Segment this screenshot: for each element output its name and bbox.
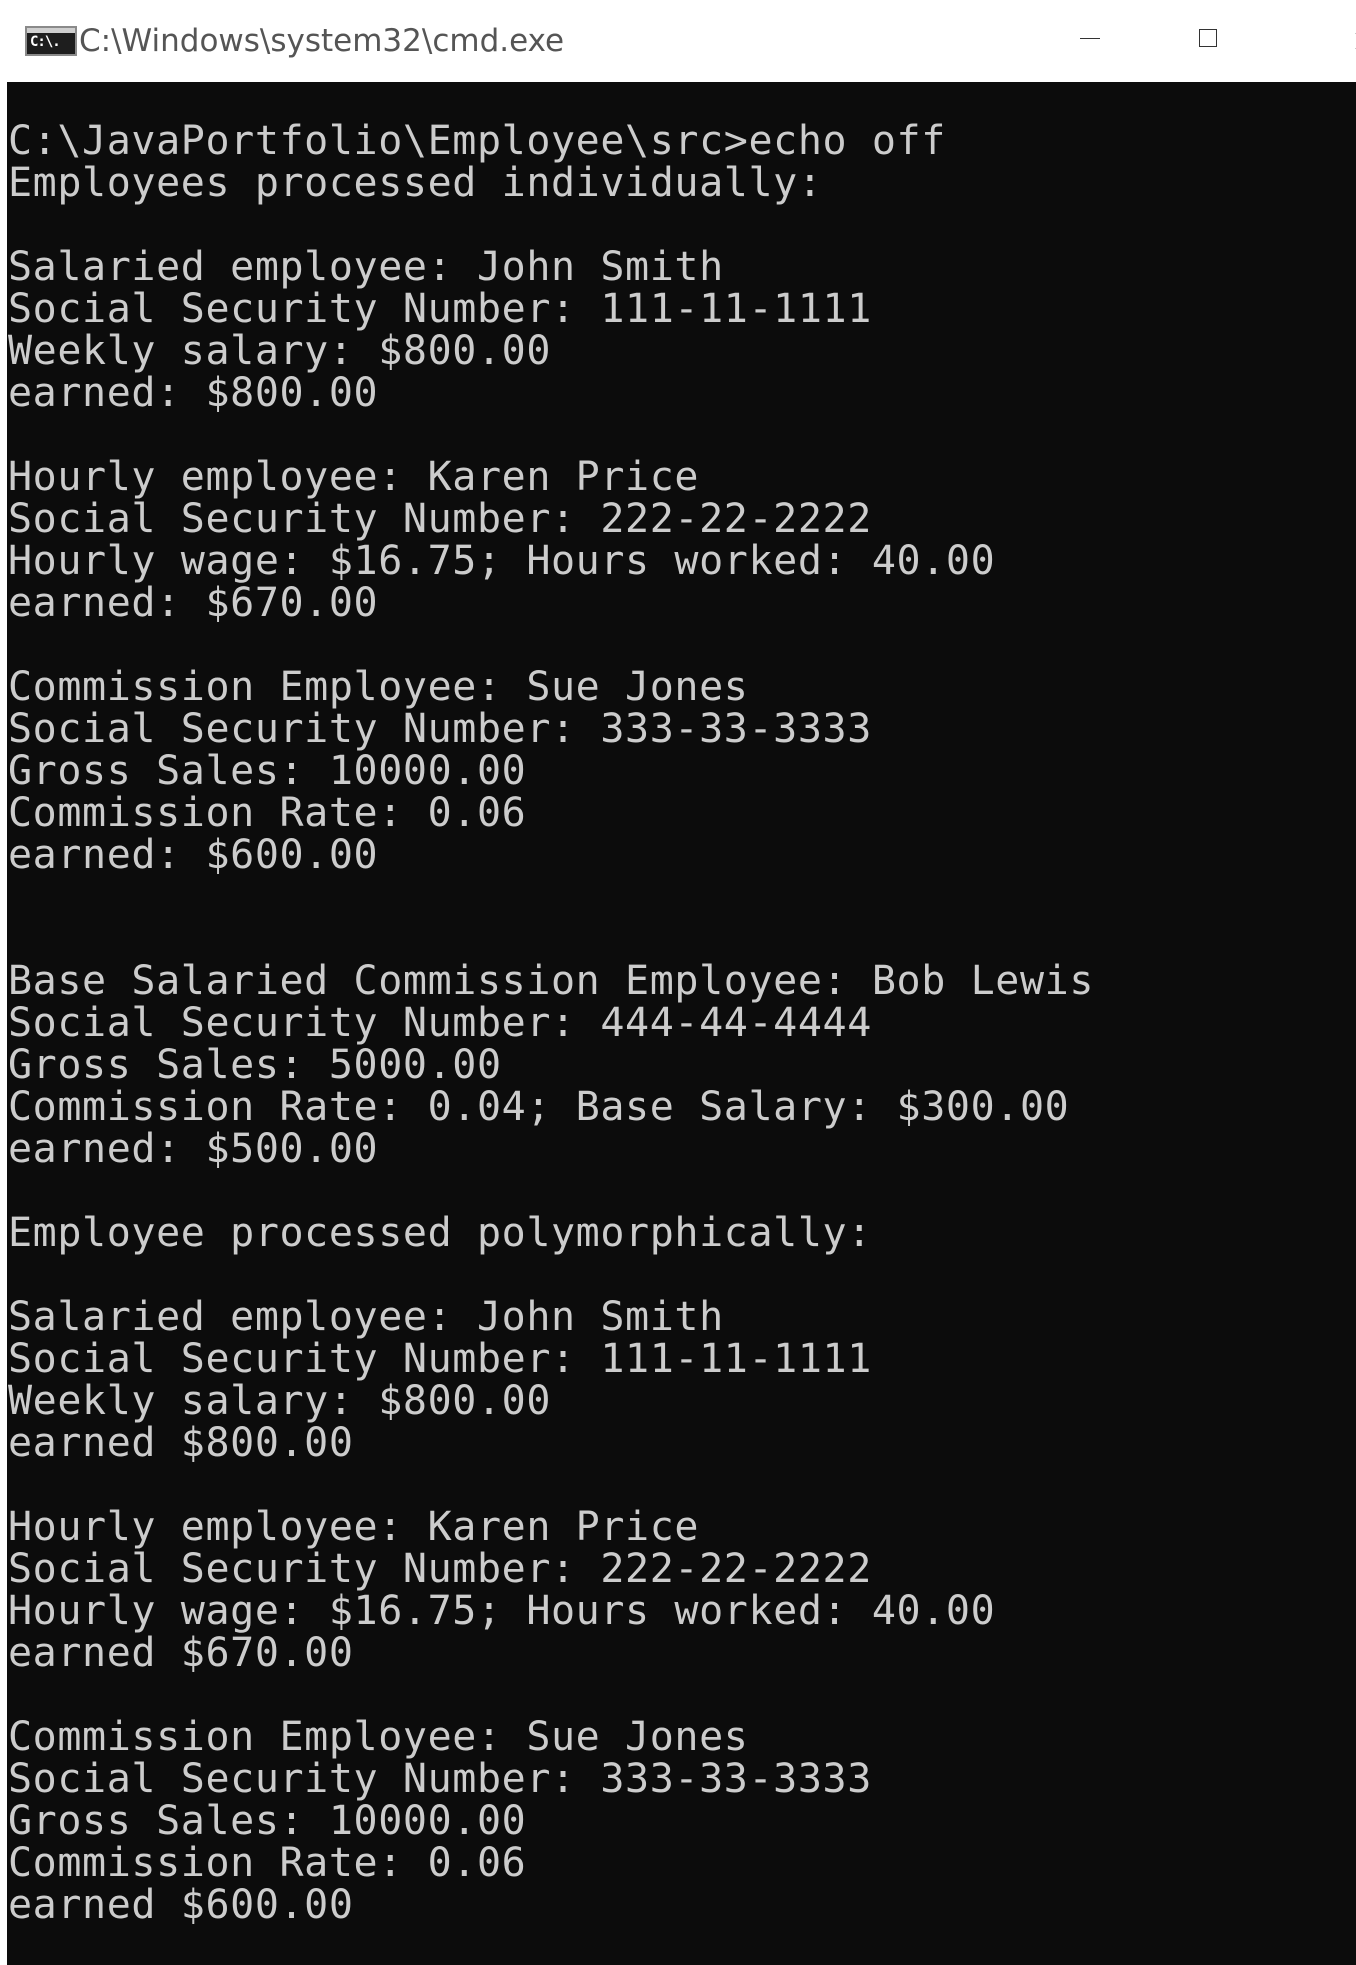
- console-line: Gross Sales: 5000.00: [8, 1042, 502, 1088]
- maximize-icon: [1199, 29, 1217, 47]
- icon-prompt-text: C:\.: [30, 34, 61, 50]
- console-line: Commission Rate: 0.06: [8, 1840, 527, 1886]
- console-line: Social Security Number: 333-33-3333: [8, 706, 872, 752]
- console-line: Hourly employee: Karen Price: [8, 1504, 700, 1550]
- console-line: earned: $500.00: [8, 1126, 379, 1172]
- console-line: Social Security Number: 333-33-3333: [8, 1756, 872, 1802]
- console-line: Commission Employee: Sue Jones: [8, 1714, 749, 1760]
- console-line: Hourly employee: Karen Price: [8, 454, 700, 500]
- minimize-button[interactable]: [1029, 0, 1149, 82]
- console-line: earned $600.00: [8, 1882, 354, 1928]
- cmd-terminal-icon[interactable]: C:\.: [25, 26, 77, 56]
- window-title: C:\Windows\system32\cmd.exe: [79, 23, 565, 59]
- console-line: Salaried employee: John Smith: [8, 244, 724, 290]
- title-bar[interactable]: C:\. C:\Windows\system32\cmd.exe: [7, 0, 1356, 82]
- console-line: C:\JavaPortfolio\Employee\src>echo off: [8, 118, 946, 164]
- console-line: earned $800.00: [8, 1420, 354, 1466]
- console-line: Social Security Number: 222-22-2222: [8, 1546, 872, 1592]
- console-line: Social Security Number: 222-22-2222: [8, 496, 872, 542]
- console-line: Gross Sales: 10000.00: [8, 748, 527, 794]
- cmd-window: C:\. C:\Windows\system32\cmd.exe C:\Java…: [0, 0, 1356, 1965]
- console-line: Commission Rate: 0.04; Base Salary: $300…: [8, 1084, 1070, 1130]
- console-line: Social Security Number: 111-11-1111: [8, 286, 872, 332]
- console-output[interactable]: C:\JavaPortfolio\Employee\src>echo off Em…: [8, 120, 1348, 1926]
- console-line: Salaried employee: John Smith: [8, 1294, 724, 1340]
- close-button[interactable]: [1269, 0, 1356, 82]
- console-line: Social Security Number: 111-11-1111: [8, 1336, 872, 1382]
- console-line: Employees processed individually:: [8, 160, 823, 206]
- console-line: earned $670.00: [8, 1630, 354, 1676]
- console-line: Weekly salary: $800.00: [8, 1378, 552, 1424]
- console-line: Hourly wage: $16.75; Hours worked: 40.00: [8, 1588, 996, 1634]
- window-left-edge: [0, 0, 7, 1965]
- console-line: Commission Employee: Sue Jones: [8, 664, 749, 710]
- console-line: Base Salaried Commission Employee: Bob L…: [8, 958, 1095, 1004]
- console-line: earned: $600.00: [8, 832, 379, 878]
- console-line: earned: $670.00: [8, 580, 379, 626]
- console-line: Commission Rate: 0.06: [8, 790, 527, 836]
- console-line: Gross Sales: 10000.00: [8, 1798, 527, 1844]
- close-icon: [1355, 33, 1356, 49]
- maximize-button[interactable]: [1149, 0, 1269, 82]
- console-line: Employee processed polymorphically:: [8, 1210, 872, 1256]
- console-line: Hourly wage: $16.75; Hours worked: 40.00: [8, 538, 996, 584]
- icon-title-strip: [27, 28, 75, 33]
- console-line: Social Security Number: 444-44-4444: [8, 1000, 872, 1046]
- console-line: earned: $800.00: [8, 370, 379, 416]
- console-line: Weekly salary: $800.00: [8, 328, 552, 374]
- minimize-icon: [1080, 38, 1100, 39]
